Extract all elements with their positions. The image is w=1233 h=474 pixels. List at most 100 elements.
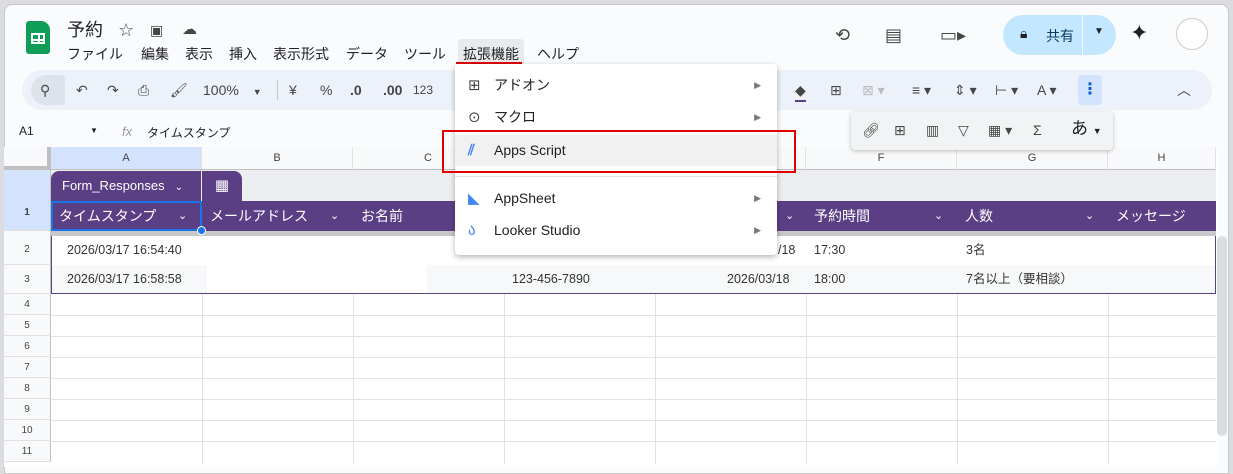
menu-tools[interactable]: ツール [404, 44, 446, 64]
avatar[interactable] [1176, 18, 1208, 50]
currency-format-button[interactable]: ¥ [289, 80, 297, 100]
column-header-B[interactable]: B [202, 147, 353, 170]
name-box[interactable]: A1 [19, 124, 34, 138]
vertical-scrollbar[interactable] [1217, 236, 1227, 436]
select-all-corner[interactable] [4, 147, 51, 170]
zoom-select[interactable]: 100% ▼ [203, 80, 262, 102]
doc-title[interactable]: 予約 [67, 16, 103, 42]
vertical-align-icon[interactable]: ⇕ ▾ [954, 80, 977, 100]
formula-input[interactable]: タイムスタンプ [147, 124, 230, 141]
menu-data[interactable]: データ [346, 44, 388, 64]
borders-icon[interactable]: ⊞ [830, 80, 842, 100]
menu-format[interactable]: 表示形式 [273, 44, 329, 64]
menu-item-macros[interactable]: ⊙ マクロ ▶ [455, 102, 777, 133]
share-button[interactable]: 🔒︎ 共有 ▼ [1003, 15, 1116, 55]
cell-time[interactable]: 18:00 [814, 265, 845, 294]
row-header-4[interactable]: 4 [4, 294, 51, 315]
row-header-1[interactable]: 1 [4, 170, 51, 231]
search-icon[interactable]: ⚲ [40, 80, 50, 100]
table-name-tab[interactable]: Form_Responses ⌄ [51, 171, 201, 201]
share-dropdown-icon[interactable]: ▼ [1094, 26, 1104, 37]
print-icon[interactable]: ⎙ [138, 80, 149, 100]
ime-label: あ [1071, 119, 1088, 138]
menu-item-appsheet[interactable]: ◣ AppSheet ▶ [455, 183, 777, 214]
column-header-A[interactable]: A [51, 147, 202, 170]
row-header-5[interactable]: 5 [4, 315, 51, 336]
cell-people[interactable]: 3名 [966, 236, 985, 265]
menu-help[interactable]: ヘルプ [537, 44, 579, 64]
share-divider [1082, 15, 1083, 55]
cloud-saved-icon[interactable]: ☁ [182, 18, 197, 42]
insert-chart-icon[interactable]: ▥ [926, 120, 939, 140]
grid-line [655, 294, 656, 464]
table-calculator-button[interactable]: ▦ [202, 171, 242, 201]
menu-view[interactable]: 表示 [185, 44, 213, 64]
cell-timestamp[interactable]: 2026/03/17 16:54:40 [67, 236, 182, 265]
cell-date[interactable]: 2026/03/18 [727, 265, 790, 294]
menu-insert[interactable]: 挿入 [229, 44, 257, 64]
row-header-7[interactable]: 7 [4, 357, 51, 378]
more-options-button[interactable]: ⋮ [1078, 75, 1102, 105]
more-formats-button[interactable]: 123 [413, 80, 433, 100]
fill-color-icon[interactable]: ◆ [795, 80, 806, 102]
menu-item-label: マクロ [494, 109, 536, 125]
submenu-arrow-icon: ▶ [754, 225, 761, 235]
collapse-toolbar-icon[interactable]: ︿ [1177, 80, 1191, 100]
column-header-G[interactable]: G [957, 147, 1108, 170]
text-rotation-icon[interactable]: A ▾ [1037, 80, 1056, 100]
cell-phone[interactable]: 123-456-7890 [512, 265, 590, 294]
move-folder-icon[interactable]: ▣ [150, 18, 163, 42]
cell-time[interactable]: 17:30 [814, 236, 845, 265]
horizontal-align-icon[interactable]: ≡ ▾ [912, 80, 931, 100]
paint-format-icon[interactable]: 🖌︎ [170, 80, 188, 100]
functions-icon[interactable]: Σ [1033, 120, 1042, 140]
name-box-dropdown-icon[interactable]: ▼ [90, 126, 98, 135]
input-tools-button[interactable]: あ ▼ [1071, 119, 1102, 141]
row-header-6[interactable]: 6 [4, 336, 51, 357]
sheets-logo[interactable] [26, 21, 50, 54]
cell-date[interactable]: /18 [778, 236, 795, 265]
column-filter-icon[interactable]: ⌄ [934, 209, 943, 222]
selection-handle[interactable] [197, 226, 206, 235]
menu-item-addons[interactable]: ⊞ アドオン ▶ [455, 70, 777, 101]
insert-comment-icon[interactable]: ⊞ [894, 120, 906, 140]
column-filter-icon[interactable]: ⌄ [1085, 209, 1094, 222]
comments-icon[interactable]: ▤ [885, 23, 902, 47]
menu-item-looker-studio[interactable]: ა Looker Studio ▶ [455, 215, 777, 246]
selected-cell-A1[interactable] [51, 201, 202, 231]
filter-views-icon[interactable]: ▦ ▾ [988, 120, 1012, 140]
share-label: 共有 [1046, 28, 1074, 44]
appsheet-icon: ◣ [468, 190, 480, 207]
merge-cells-icon[interactable]: ⊠ ▾ [862, 80, 885, 100]
cell-timestamp[interactable]: 2026/03/17 16:58:58 [67, 265, 182, 294]
insert-link-icon[interactable]: 🔗︎ [862, 120, 880, 140]
row-header-10[interactable]: 10 [4, 420, 51, 441]
column-filter-icon[interactable]: ⌄ [785, 209, 794, 222]
row-header-9[interactable]: 9 [4, 399, 51, 420]
grid-line [51, 378, 1216, 379]
undo-icon[interactable]: ↶ [76, 80, 88, 100]
row-header-2[interactable]: 2 [4, 231, 51, 265]
meet-icon[interactable]: ▭▸ [940, 23, 966, 47]
gemini-icon[interactable]: ✦ [1130, 21, 1148, 45]
row-header-11[interactable]: 11 [4, 441, 51, 462]
version-history-icon[interactable]: ⟲ [835, 23, 850, 47]
column-header-F[interactable]: F [806, 147, 957, 170]
column-header-H[interactable]: H [1108, 147, 1216, 170]
grid-line [51, 357, 1216, 358]
increase-decimal-button[interactable]: .00 [383, 80, 402, 100]
star-icon[interactable]: ☆ [118, 18, 134, 42]
percent-format-button[interactable]: % [320, 80, 332, 100]
submenu-arrow-icon: ▶ [754, 193, 761, 203]
cell-people[interactable]: 7名以上（要相談） [966, 265, 1073, 294]
row-header-8[interactable]: 8 [4, 378, 51, 399]
menu-file[interactable]: ファイル [67, 44, 123, 64]
menu-edit[interactable]: 編集 [141, 44, 169, 64]
filter-icon[interactable]: ▽ [958, 120, 969, 140]
table-header-message[interactable]: メッセージ [1108, 201, 1216, 231]
redo-icon[interactable]: ↷ [107, 80, 119, 100]
column-filter-icon[interactable]: ⌄ [330, 209, 339, 222]
decrease-decimal-button[interactable]: .0 [350, 80, 362, 100]
text-wrap-icon[interactable]: ⊢ ▾ [995, 80, 1018, 100]
row-header-3[interactable]: 3 [4, 265, 51, 294]
